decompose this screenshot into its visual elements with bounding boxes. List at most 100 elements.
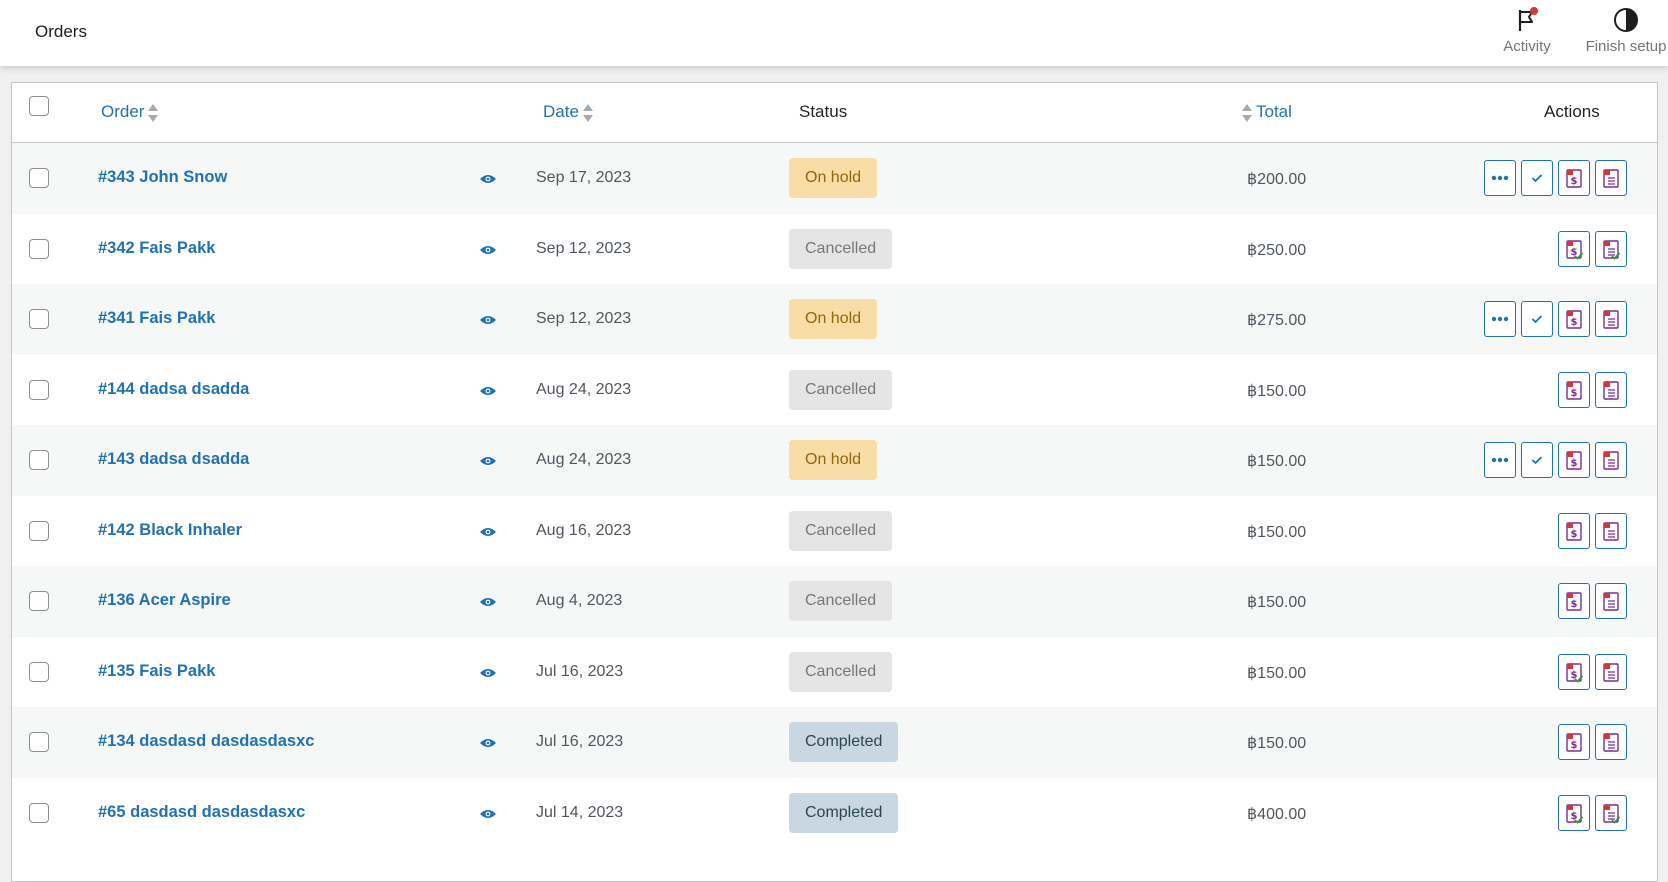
invoice-button[interactable]: $ — [1558, 794, 1590, 831]
column-order[interactable]: Order — [101, 102, 159, 122]
preview-eye-icon[interactable] — [479, 525, 497, 537]
more-actions-button[interactable] — [1484, 442, 1516, 479]
packing-slip-button[interactable] — [1595, 301, 1627, 338]
packing-slip-button[interactable] — [1595, 512, 1627, 549]
table-row[interactable]: #142 Black Inhaler Aug 16, 2023 Cancelled ฿… — [12, 496, 1657, 567]
column-date[interactable]: Date — [543, 102, 593, 122]
preview-eye-icon[interactable] — [479, 454, 497, 466]
packing-slip-button[interactable] — [1595, 230, 1627, 267]
order-link[interactable]: #144 dadsa dsadda — [98, 380, 249, 399]
row-checkbox[interactable] — [29, 661, 49, 682]
order-date: Aug 24, 2023 — [536, 380, 632, 398]
activity-button[interactable]: Activity — [1497, 6, 1557, 62]
table-row[interactable]: #343 John Snow Sep 17, 2023 On hold ฿200.00… — [12, 143, 1657, 214]
table-header: Order Date Status Total Actions — [12, 83, 1657, 143]
table-body: #343 John Snow Sep 17, 2023 On hold ฿200.00… — [12, 143, 1657, 848]
table-row[interactable]: #143 dadsa dsadda Aug 24, 2023 On hold ฿150… — [12, 425, 1657, 496]
sort-icon — [148, 103, 159, 122]
column-total-label: Total — [1256, 102, 1292, 121]
invoice-button[interactable]: $ — [1558, 160, 1590, 197]
row-checkbox[interactable] — [29, 732, 49, 753]
packing-slip-button[interactable] — [1595, 160, 1627, 197]
packing-slip-button[interactable] — [1595, 724, 1627, 761]
packing-slip-button[interactable] — [1595, 653, 1627, 690]
order-date: Sep 12, 2023 — [536, 310, 632, 328]
packing-slip-button[interactable] — [1595, 442, 1627, 479]
table-row[interactable]: #342 Fais Pakk Sep 12, 2023 Cancelled ฿250.… — [12, 214, 1657, 285]
more-actions-button[interactable] — [1484, 301, 1516, 338]
packing-slip-button[interactable] — [1595, 583, 1627, 620]
order-link[interactable]: #65 dasdasd dasdasdasxc — [98, 803, 305, 822]
invoice-button[interactable]: $ — [1558, 583, 1590, 620]
invoice-checked-icon: $ — [1564, 802, 1584, 824]
order-link[interactable]: #343 John Snow — [98, 168, 227, 187]
invoice-button[interactable]: $ — [1558, 371, 1590, 408]
packing-slip-icon — [1601, 449, 1621, 471]
row-checkbox[interactable] — [29, 450, 49, 471]
mark-complete-button[interactable] — [1521, 301, 1553, 338]
column-order-label: Order — [101, 102, 145, 121]
order-link[interactable]: #143 dadsa dsadda — [98, 450, 249, 469]
invoice-button[interactable]: $ — [1558, 653, 1590, 690]
order-link[interactable]: #134 dasdasd dasdasdasxc — [98, 732, 314, 751]
finish-setup-button[interactable]: Finish setup — [1581, 6, 1668, 62]
invoice-button[interactable]: $ — [1558, 512, 1590, 549]
invoice-button[interactable]: $ — [1558, 230, 1590, 267]
preview-eye-icon[interactable] — [479, 666, 497, 678]
packing-slip-button[interactable] — [1595, 371, 1627, 408]
order-link[interactable]: #142 Black Inhaler — [98, 521, 242, 540]
order-date: Sep 17, 2023 — [536, 169, 632, 187]
order-link[interactable]: #136 Acer Aspire — [98, 591, 231, 610]
preview-eye-icon[interactable] — [479, 384, 497, 396]
preview-eye-icon[interactable] — [479, 736, 497, 748]
table-row[interactable]: #136 Acer Aspire Aug 4, 2023 Cancelled ฿150… — [12, 566, 1657, 637]
row-checkbox[interactable] — [29, 591, 49, 612]
column-actions: Actions — [1544, 102, 1600, 121]
checkmark-icon — [1531, 173, 1543, 183]
order-total: ฿150.00 — [1247, 382, 1307, 400]
row-checkbox[interactable] — [29, 168, 49, 189]
checkmark-icon — [1531, 314, 1543, 324]
finish-setup-label: Finish setup — [1585, 38, 1667, 55]
invoice-button[interactable]: $ — [1558, 724, 1590, 761]
order-link[interactable]: #342 Fais Pakk — [98, 239, 215, 258]
preview-eye-icon[interactable] — [479, 243, 497, 255]
status-badge: Cancelled — [789, 581, 893, 622]
row-checkbox[interactable] — [29, 238, 49, 259]
table-row[interactable]: #135 Fais Pakk Jul 16, 2023 Cancelled ฿150.… — [12, 637, 1657, 708]
packing-slip-button[interactable] — [1595, 794, 1627, 831]
sort-icon — [582, 103, 593, 122]
order-link[interactable]: #135 Fais Pakk — [98, 662, 215, 681]
row-checkbox[interactable] — [29, 309, 49, 330]
row-checkbox[interactable] — [29, 520, 49, 541]
preview-eye-icon[interactable] — [479, 807, 497, 819]
column-total[interactable]: Total — [1242, 102, 1292, 122]
row-checkbox[interactable] — [29, 802, 49, 823]
invoice-button[interactable]: $ — [1558, 442, 1590, 479]
more-actions-button[interactable] — [1484, 160, 1516, 197]
svg-text:$: $ — [1571, 317, 1578, 328]
table-row[interactable]: #134 dasdasd dasdasdasxc Jul 16, 2023 Comp… — [12, 707, 1657, 778]
svg-text:$: $ — [1571, 599, 1578, 610]
preview-eye-icon[interactable] — [479, 172, 497, 184]
row-checkbox[interactable] — [29, 379, 49, 400]
order-total: ฿150.00 — [1247, 735, 1307, 753]
packing-slip-icon — [1601, 661, 1621, 683]
page-title: Orders — [35, 22, 87, 41]
mark-complete-button[interactable] — [1521, 160, 1553, 197]
invoice-icon: $ — [1564, 731, 1584, 753]
invoice-icon: $ — [1564, 167, 1584, 189]
mark-complete-button[interactable] — [1521, 442, 1553, 479]
packing-slip-icon — [1601, 520, 1621, 542]
preview-eye-icon[interactable] — [479, 313, 497, 325]
sort-icon — [1242, 103, 1252, 122]
table-row[interactable]: #341 Fais Pakk Sep 12, 2023 On hold ฿275.00… — [12, 284, 1657, 355]
table-row[interactable]: #144 dadsa dsadda Aug 24, 2023 Cancelled ฿1… — [12, 355, 1657, 426]
order-link[interactable]: #341 Fais Pakk — [98, 309, 215, 328]
order-total: ฿150.00 — [1247, 453, 1307, 471]
select-all-checkbox[interactable] — [29, 96, 49, 116]
table-row[interactable]: #65 dasdasd dasdasdasxc Jul 14, 2023 Compl… — [12, 778, 1657, 849]
packing-slip-icon — [1601, 308, 1621, 330]
invoice-button[interactable]: $ — [1558, 301, 1590, 338]
preview-eye-icon[interactable] — [479, 595, 497, 607]
